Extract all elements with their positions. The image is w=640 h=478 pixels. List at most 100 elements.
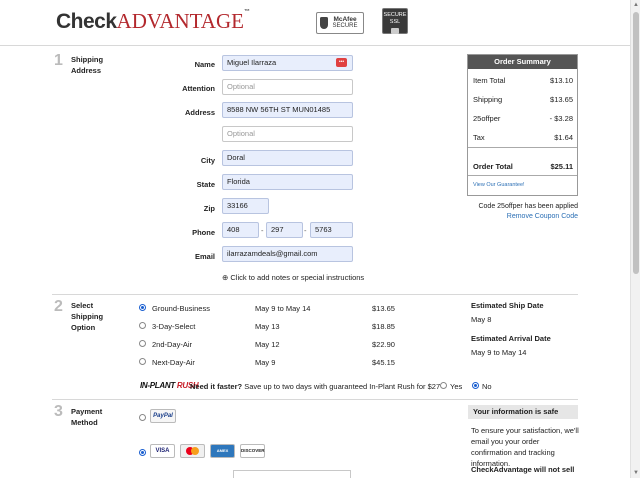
summary-row-shipping: Shipping $13.65 [473, 95, 573, 104]
phone-line-field[interactable]: 5763 [310, 222, 353, 238]
rush-no-label[interactable]: No [482, 382, 492, 391]
step-1-label: Shipping Address [71, 54, 103, 76]
info-safe-title: Your information is safe [468, 405, 578, 419]
shipping-option-radio[interactable] [139, 340, 146, 347]
attention-field[interactable]: Optional [222, 79, 353, 95]
scroll-up-icon[interactable]: ▲ [633, 2, 639, 8]
address-line2-field[interactable]: Optional [222, 126, 353, 142]
coupon-applied-text: Code 25offper has been applied [478, 203, 578, 210]
email-field[interactable]: ilarrazamdeals@gmail.com [222, 246, 353, 262]
shipping-option-radio[interactable] [139, 304, 146, 311]
summary-row-label: Tax [473, 133, 485, 142]
address-field[interactable]: 8588 NW 56TH ST MUN01485 [222, 102, 353, 118]
page-scrollbar[interactable]: ▲ ▼ [630, 0, 640, 478]
view-guarantee-link[interactable]: View Our Guarantee! [473, 182, 525, 188]
summary-divider [468, 147, 577, 148]
info-safe-text: To ensure your satisfaction, we'll email… [471, 426, 579, 468]
estimated-ship-date-value: May 8 [471, 315, 492, 324]
state-value: Florida [227, 177, 250, 186]
shipping-option-price: $18.85 [372, 322, 395, 331]
shipping-option-radio[interactable] [139, 322, 146, 329]
city-value: Doral [227, 153, 245, 162]
remove-coupon-link[interactable]: Remove Coupon Code [418, 213, 578, 220]
shipping-option-price: $45.15 [372, 358, 395, 367]
step-3-number: 3 [54, 403, 63, 420]
rush-yes-label[interactable]: Yes [450, 382, 462, 391]
phone-area-code-field[interactable]: 408 [222, 222, 259, 238]
order-summary-title: Order Summary [468, 55, 577, 69]
shipping-option-radio[interactable] [139, 358, 146, 365]
summary-row-label: 25offper [473, 114, 501, 123]
payment-card-radio[interactable] [139, 449, 146, 456]
zip-value: 33166 [227, 201, 248, 210]
paypal-icon[interactable]: PayPal [150, 409, 176, 423]
attention-placeholder: Optional [227, 82, 255, 91]
summary-row-order-total: Order Total $25.11 [473, 162, 573, 171]
rush-yes-radio[interactable] [440, 382, 447, 389]
section-divider [52, 294, 578, 295]
summary-row-label: Item Total [473, 76, 506, 85]
step-1-label-line1: Shipping [71, 55, 104, 64]
step-2-number: 2 [54, 298, 63, 315]
order-total-label: Order Total [473, 162, 513, 171]
email-label: Email [194, 252, 215, 261]
summary-row-value: - $3.28 [549, 114, 573, 123]
address-line2-placeholder: Optional [227, 129, 255, 138]
estimated-ship-date-label: Estimated Ship Date [471, 301, 544, 310]
section-divider [52, 399, 578, 400]
estimated-arrival-date-label: Estimated Arrival Date [471, 334, 551, 343]
mastercard-icon [180, 444, 205, 458]
summary-divider [468, 175, 577, 176]
name-value: Miguel Ilarraza [227, 58, 277, 67]
summary-row-item-total: Item Total $13.10 [473, 76, 573, 85]
no-sell-statement: CheckAdvantage will not sell [471, 465, 575, 474]
shipping-option-dates: May 9 [255, 358, 276, 367]
phone-prefix-field[interactable]: 297 [266, 222, 303, 238]
shipping-option-price: $13.65 [372, 304, 395, 313]
logo-part-check: Check [56, 10, 117, 33]
add-notes-link[interactable]: ⊕ Click to add notes or special instruct… [222, 273, 364, 282]
logo-part-advantage: ADVANTAGE [116, 9, 244, 33]
ssl-badge-line2: SSL [389, 19, 401, 25]
rush-no-radio[interactable] [472, 382, 479, 389]
shipping-option-dates: May 13 [255, 322, 280, 331]
order-total-value: $25.11 [550, 162, 573, 171]
zip-label: Zip [203, 204, 215, 213]
step-1-number: 1 [54, 52, 63, 69]
step-2-label-line1: Select [71, 301, 94, 310]
card-number-field[interactable] [233, 470, 351, 478]
logo-trademark: ™ [243, 9, 250, 15]
state-select[interactable]: Florida [222, 174, 353, 190]
visa-icon: VISA [150, 444, 175, 458]
step-3-label-line2: Method [71, 418, 98, 427]
state-label: State [196, 180, 215, 189]
amex-icon: AMEX [210, 444, 235, 458]
scroll-down-icon[interactable]: ▼ [633, 470, 639, 476]
summary-row-value: $1.64 [554, 133, 573, 142]
step-3-label-line1: Payment [71, 407, 103, 416]
checkadvantage-logo[interactable]: CheckADVANTAGE™ [56, 9, 250, 34]
phone-separator-2: - [304, 226, 307, 235]
attention-label: Attention [182, 84, 215, 93]
zip-field[interactable]: 33166 [222, 198, 269, 214]
mcafee-badge-line2: SECURE [332, 23, 358, 29]
phone-label: Phone [192, 228, 215, 237]
name-field[interactable]: Miguel Ilarraza [222, 55, 353, 71]
shipping-option-name: 2nd-Day-Air [152, 340, 193, 349]
scrollbar-thumb[interactable] [633, 12, 639, 274]
phone-separator-1: - [261, 226, 264, 235]
mcafee-shield-icon [320, 17, 328, 29]
address-label: Address [184, 108, 215, 117]
order-summary-panel: Order Summary Item Total $13.10 Shipping… [467, 54, 578, 196]
shipping-option-price: $22.90 [372, 340, 395, 349]
ssl-badge-line1: SECURE [383, 12, 407, 18]
address-value: 8588 NW 56TH ST MUN01485 [227, 105, 331, 114]
phone-prefix-value: 297 [271, 225, 284, 234]
autofill-icon[interactable]: ••• [336, 58, 347, 67]
mcafee-secure-badge[interactable]: McAfee SECURE [316, 12, 364, 34]
payment-paypal-radio[interactable] [139, 414, 146, 421]
mcafee-badge-line1: McAfee [333, 16, 357, 23]
step-2-label-line3: Option [71, 323, 96, 332]
ssl-secure-badge[interactable]: SECURE SSL [382, 8, 408, 34]
city-field[interactable]: Doral [222, 150, 353, 166]
